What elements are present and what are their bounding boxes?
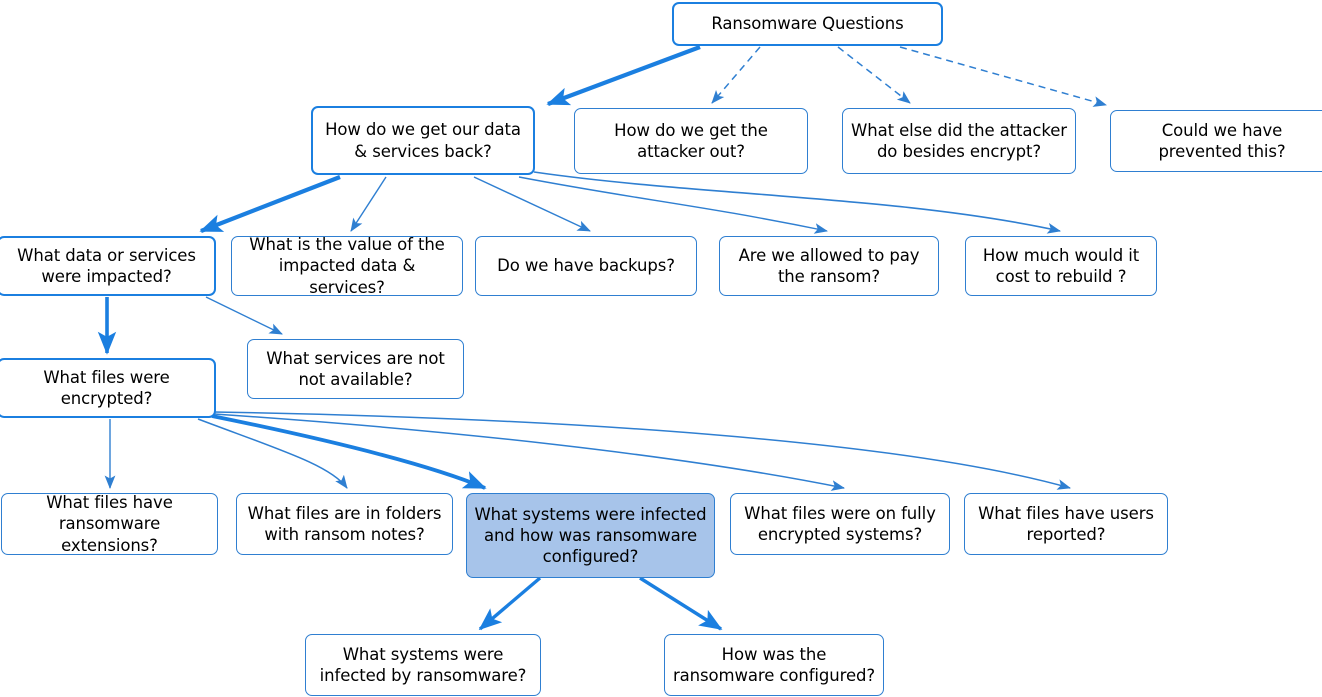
- node-cost-to-rebuild[interactable]: How much would it cost to rebuild ?: [965, 236, 1157, 296]
- edge-get-data-back-to-value-of-impacted: [350, 176, 387, 232]
- node-get-attacker-out[interactable]: How do we get the attacker out?: [574, 108, 808, 174]
- node-files-encrypted[interactable]: What files were encrypted?: [0, 358, 216, 418]
- node-label-get-data-back: How do we get our data & services back?: [325, 120, 521, 161]
- edge-systems-infected-config-to-systems-infected-by: [478, 576, 542, 631]
- edge-files-encrypted-to-fully-encrypted-systems: [213, 413, 845, 491]
- edge-root-to-get-attacker-out: [711, 46, 761, 104]
- edge-root-to-what-else-attacker: [837, 46, 911, 104]
- node-allowed-to-pay[interactable]: Are we allowed to pay the ransom?: [719, 236, 939, 296]
- node-label-fully-encrypted-systems: What files were on fully encrypted system…: [744, 503, 936, 544]
- node-folders-ransom-notes[interactable]: What files are in folders with ransom not…: [236, 493, 453, 555]
- node-label-value-of-impacted: What is the value of the impacted data & …: [249, 235, 445, 297]
- node-label-users-reported: What files have users reported?: [978, 503, 1154, 544]
- node-label-services-not-available: What services are not not available?: [266, 348, 445, 389]
- node-label-root: Ransomware Questions: [711, 14, 904, 34]
- node-data-services-impacted[interactable]: What data or services were impacted?: [0, 236, 216, 296]
- edge-root-to-get-data-back: [546, 45, 701, 106]
- edge-files-encrypted-to-systems-infected-config: [211, 414, 487, 490]
- node-what-else-attacker[interactable]: What else did the attacker do besides enc…: [842, 108, 1076, 174]
- node-label-files-encrypted: What files were encrypted?: [43, 367, 170, 408]
- edge-get-data-back-to-allowed-to-pay: [518, 176, 828, 234]
- node-services-not-available[interactable]: What services are not not available?: [247, 339, 464, 399]
- node-label-cost-to-rebuild: How much would it cost to rebuild ?: [982, 245, 1140, 286]
- edge-data-services-impacted-to-services-not-available: [205, 296, 283, 335]
- node-label-systems-infected-by: What systems were infected by ransomware?: [319, 644, 527, 685]
- node-label-systems-infected-config: What systems were infected and how was ra…: [474, 504, 707, 567]
- node-label-what-else-attacker: What else did the attacker do besides enc…: [851, 120, 1067, 161]
- edge-layer: [97, 45, 1107, 631]
- node-systems-infected-config[interactable]: What systems were infected and how was ra…: [466, 493, 715, 578]
- node-label-ransomware-extensions: What files have ransomware extensions?: [46, 493, 173, 555]
- edge-files-encrypted-to-users-reported: [213, 411, 1071, 490]
- node-label-get-attacker-out: How do we get the attacker out?: [614, 120, 768, 161]
- node-label-data-services-impacted: What data or services were impacted?: [17, 245, 196, 286]
- node-have-backups[interactable]: Do we have backups?: [475, 236, 697, 296]
- node-users-reported[interactable]: What files have users reported?: [964, 493, 1168, 555]
- node-label-could-we-prevent: Could we have prevented this?: [1158, 120, 1286, 161]
- node-get-data-back[interactable]: How do we get our data & services back?: [311, 106, 535, 175]
- node-systems-infected-by[interactable]: What systems were infected by ransomware?: [305, 634, 541, 696]
- node-label-allowed-to-pay: Are we allowed to pay the ransom?: [738, 245, 920, 286]
- diagram-canvas: Ransomware Questions How do we get our da…: [0, 0, 1322, 697]
- node-how-configured[interactable]: How was the ransomware configured?: [664, 634, 884, 696]
- edge-systems-infected-config-to-how-configured: [639, 576, 723, 631]
- node-fully-encrypted-systems[interactable]: What files were on fully encrypted system…: [730, 493, 950, 555]
- node-root[interactable]: Ransomware Questions: [672, 2, 943, 46]
- node-ransomware-extensions[interactable]: What files have ransomware extensions?: [1, 493, 218, 555]
- edge-files-encrypted-to-folders-ransom-notes: [197, 418, 348, 489]
- edge-get-data-back-to-cost-to-rebuild: [533, 171, 1061, 234]
- node-value-of-impacted[interactable]: What is the value of the impacted data & …: [231, 235, 463, 297]
- node-label-folders-ransom-notes: What files are in folders with ransom not…: [247, 503, 442, 544]
- node-could-we-prevent[interactable]: Could we have prevented this?: [1110, 110, 1322, 172]
- edge-get-data-back-to-have-backups: [473, 176, 591, 232]
- edge-root-to-could-we-prevent: [899, 46, 1107, 107]
- edge-get-data-back-to-data-services-impacted: [199, 175, 341, 233]
- node-label-how-configured: How was the ransomware configured?: [672, 644, 876, 685]
- node-label-have-backups: Do we have backups?: [497, 256, 675, 276]
